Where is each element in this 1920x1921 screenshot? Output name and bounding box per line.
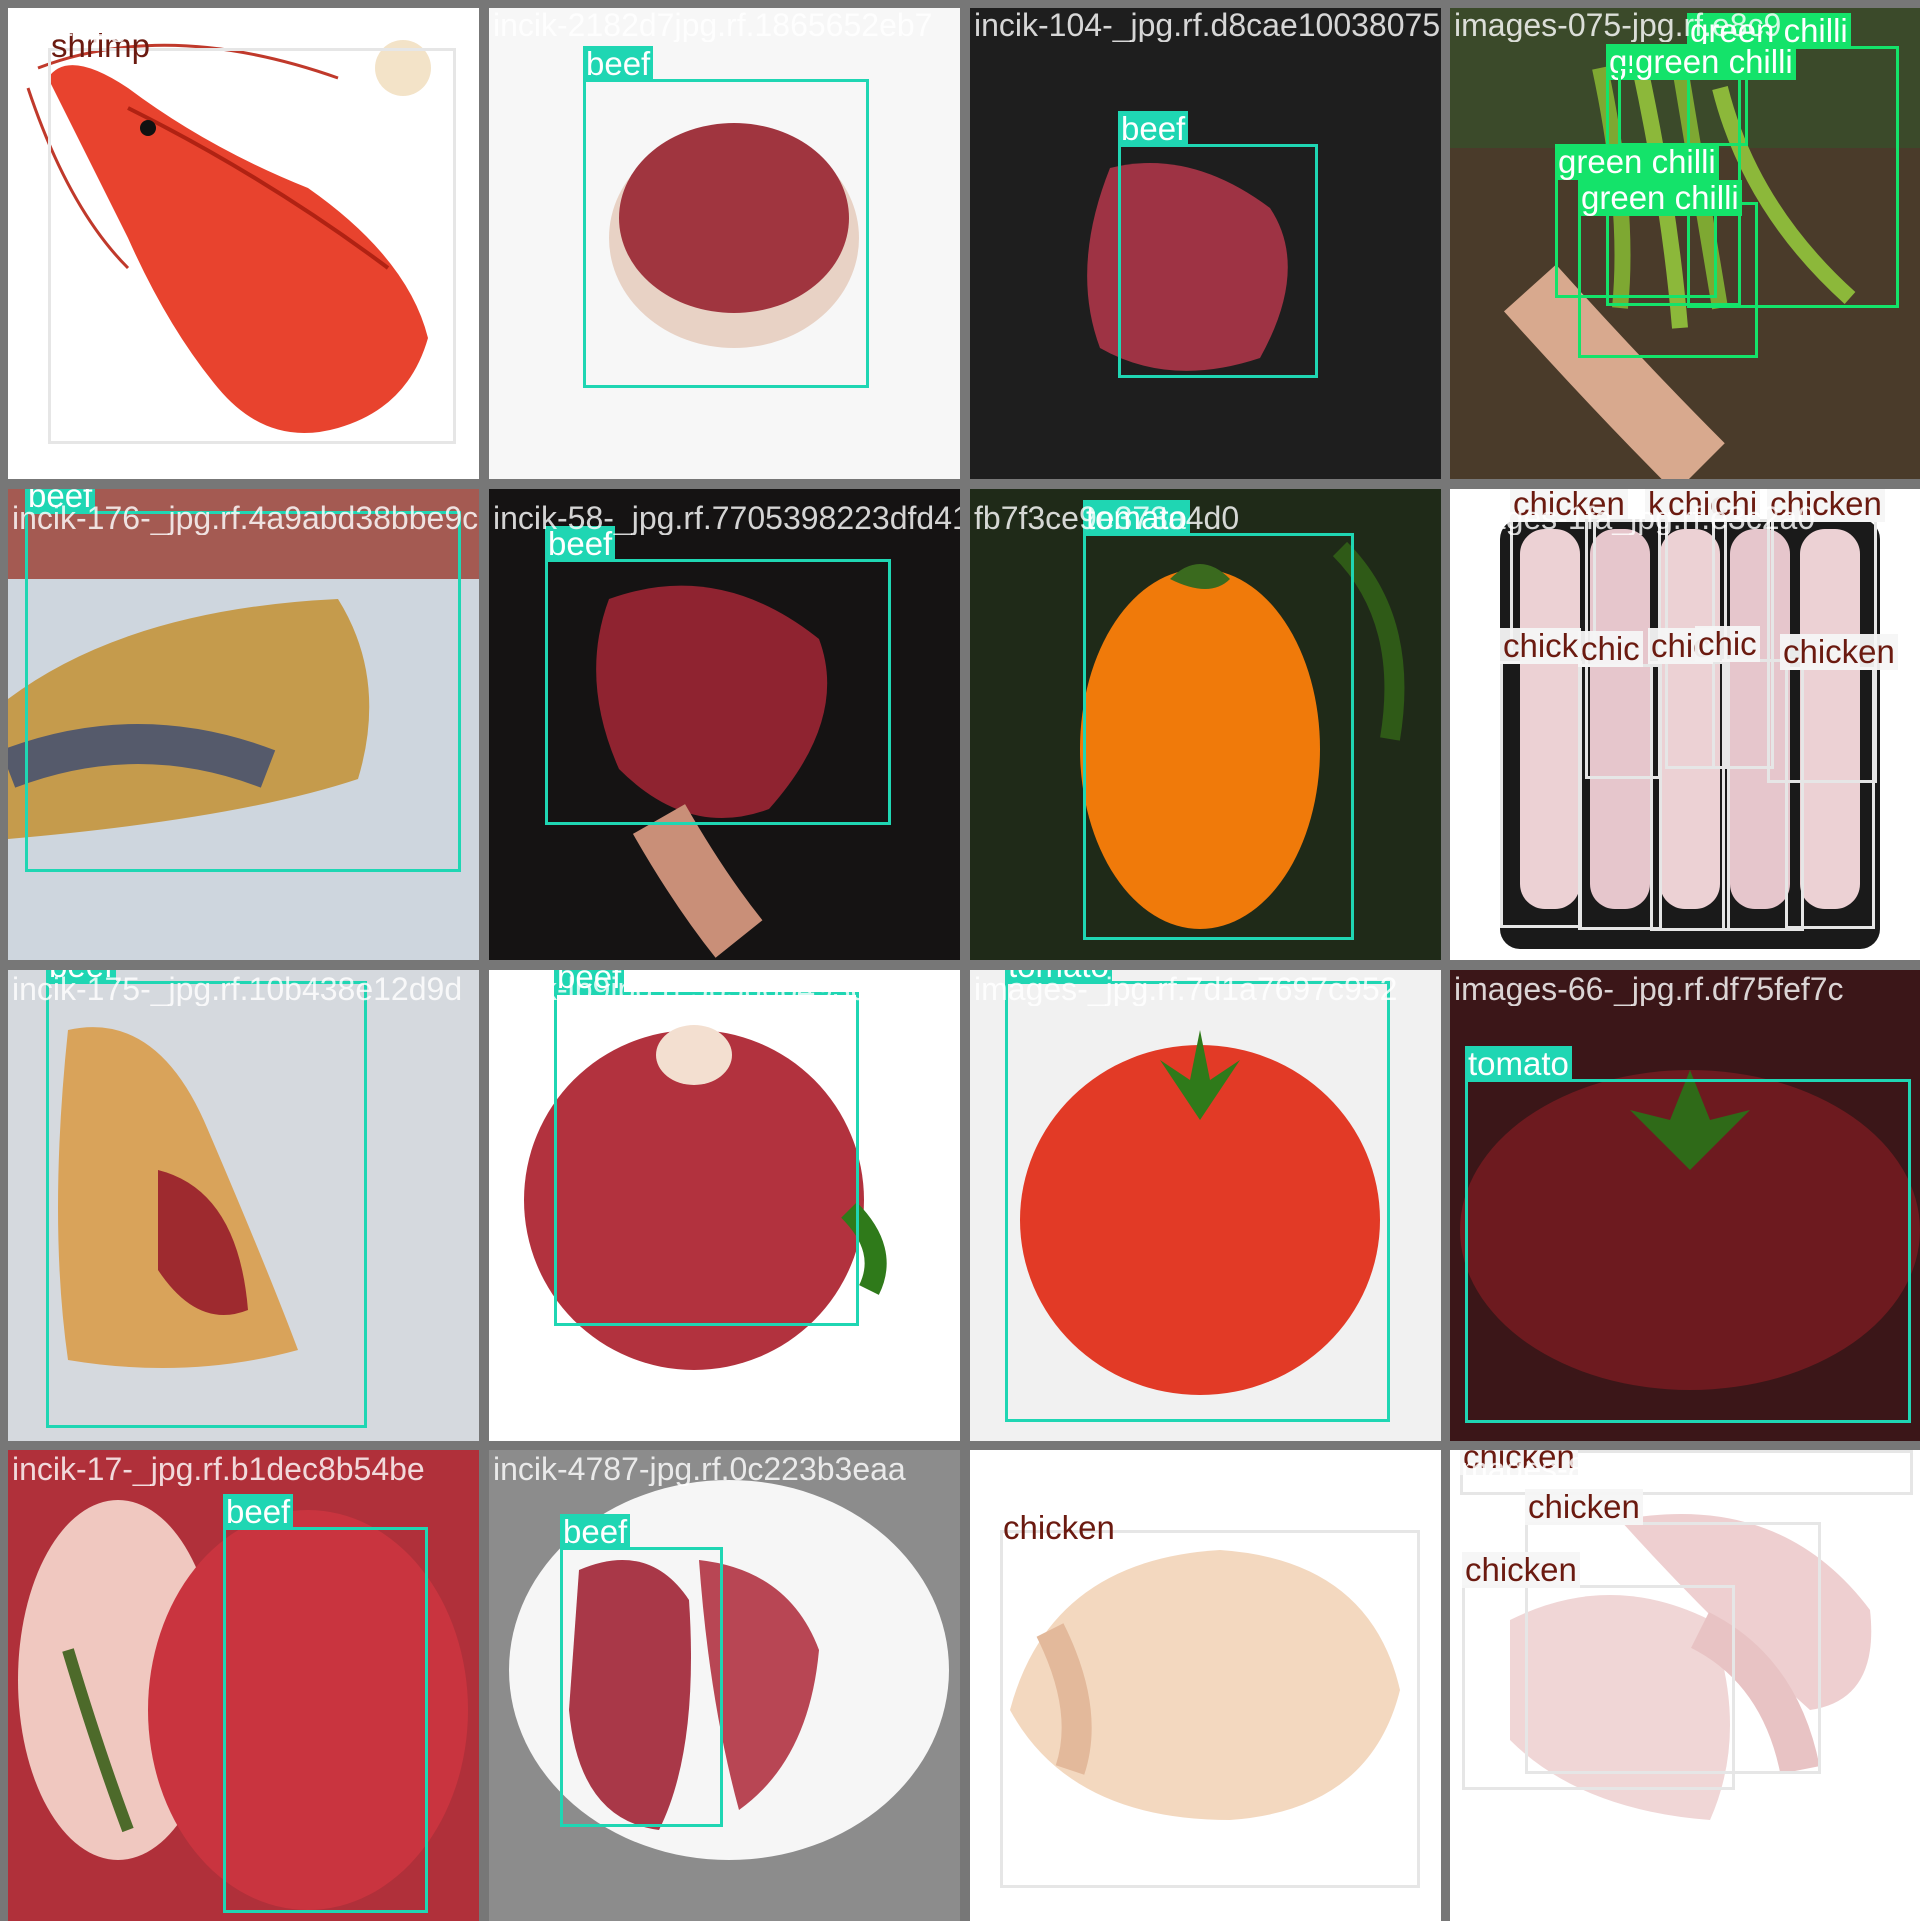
label-chicken: chicken — [1510, 489, 1628, 522]
bbox-beef — [583, 79, 869, 388]
tile-11[interactable]: tomato images-66-_jpg.rf.df75fef7c — [1450, 970, 1920, 1441]
bbox-beef — [545, 559, 891, 825]
tile-9[interactable]: beef incik-lb9jpg.rf.5b5b6b493d — [489, 970, 960, 1441]
tile-2[interactable]: beef incik-104-_jpg.rf.d8cae1003807578f7… — [970, 8, 1441, 479]
tile-5[interactable]: beef incik-58-_jpg.rf.7705398223dfd41563… — [489, 489, 960, 960]
label-beef: beef — [223, 1494, 294, 1530]
label-tomato: tomato — [1005, 970, 1112, 984]
label-shrimp: shrimp — [51, 27, 151, 64]
tile-8[interactable]: beef incik-175-_jpg.rf.10b438e12d9d — [8, 970, 479, 1441]
bbox-beef — [560, 1547, 723, 1827]
label-beef: beef — [583, 46, 654, 82]
label-chicken: chick — [1500, 628, 1582, 664]
bbox-tomato — [1465, 1079, 1911, 1423]
bbox-chicken — [1000, 1530, 1420, 1888]
bbox-green-chilli — [1578, 202, 1758, 358]
tile-13[interactable]: beef incik-4787-jpg.rf.0c223b3eaa — [489, 1450, 960, 1921]
label-chicken: chicken — [1003, 1509, 1115, 1546]
label-chicken: chic — [1578, 631, 1643, 667]
bbox-beef — [554, 992, 859, 1326]
label-tomato: tomato — [1083, 500, 1190, 536]
bbox-chicken — [1650, 661, 1730, 931]
label-chicken: chicken — [1462, 1552, 1580, 1588]
bbox-chicken — [1500, 661, 1582, 928]
label-chicken: chicken — [1460, 1450, 1578, 1475]
tile-0[interactable]: shrimp -112-jpg.rf.f107efc5e3cb4362ia228… — [8, 8, 479, 479]
bbox-beef — [46, 981, 367, 1428]
tile-12[interactable]: beef incik-17-_jpg.rf.b1dec8b54be — [8, 1450, 479, 1921]
tile-7[interactable]: chicken k chic chi chicken chick chic ch… — [1450, 489, 1920, 960]
label-chicken: chicken — [1780, 634, 1898, 670]
bbox-beef — [1118, 144, 1318, 378]
label-chicken: chicken — [1767, 489, 1885, 522]
label-chicken: chi — [1712, 489, 1761, 522]
label-beef: beef — [554, 970, 625, 995]
bbox-tomato — [1083, 533, 1354, 940]
tile-4[interactable]: beef incik-176-_jpg.rf.4a9abd38bbe9c658 — [8, 489, 479, 960]
label-chicken: chic — [1695, 626, 1760, 662]
label-tomato: tomato — [1465, 1046, 1572, 1082]
bbox-tomato — [1005, 981, 1390, 1422]
detection-mosaic: shrimp -112-jpg.rf.f107efc5e3cb4362ia228… — [0, 0, 1920, 1921]
label-green-chilli: green chilli — [1555, 144, 1719, 180]
label-beef: beef — [25, 489, 96, 514]
bbox-shrimp — [48, 48, 456, 444]
tile-10[interactable]: tomato images-_jpg.rf.7d1a7697c952 — [970, 970, 1441, 1441]
tile-6[interactable]: tomato fb7f3ce9e373a4d0 — [970, 489, 1441, 960]
label-green-chilli: green chilli — [1578, 180, 1742, 216]
tile-14[interactable]: chicken images-88-jpg.rf.6f5a4aa7fbcf291… — [970, 1450, 1441, 1921]
label-beef: beef — [545, 526, 616, 562]
label-chicken: chicken — [1525, 1489, 1643, 1525]
bbox-beef — [223, 1527, 428, 1913]
label-green-chilli: green chilli — [1632, 44, 1796, 80]
tile-15[interactable]: chicken chicken chicken images-8a97jpg.r… — [1450, 1450, 1920, 1921]
label-beef: beef — [46, 970, 117, 984]
bbox-chicken — [1462, 1585, 1735, 1790]
label-beef: beef — [560, 1514, 631, 1550]
bbox-beef — [25, 511, 461, 872]
tile-1[interactable]: beef incik-2182d7jpg.rf.1865652eb7 — [489, 8, 960, 479]
tile-3[interactable]: green chilli gr green chilli green chill… — [1450, 8, 1920, 479]
label-beef: beef — [1118, 111, 1189, 147]
bbox-chicken — [1785, 667, 1875, 929]
